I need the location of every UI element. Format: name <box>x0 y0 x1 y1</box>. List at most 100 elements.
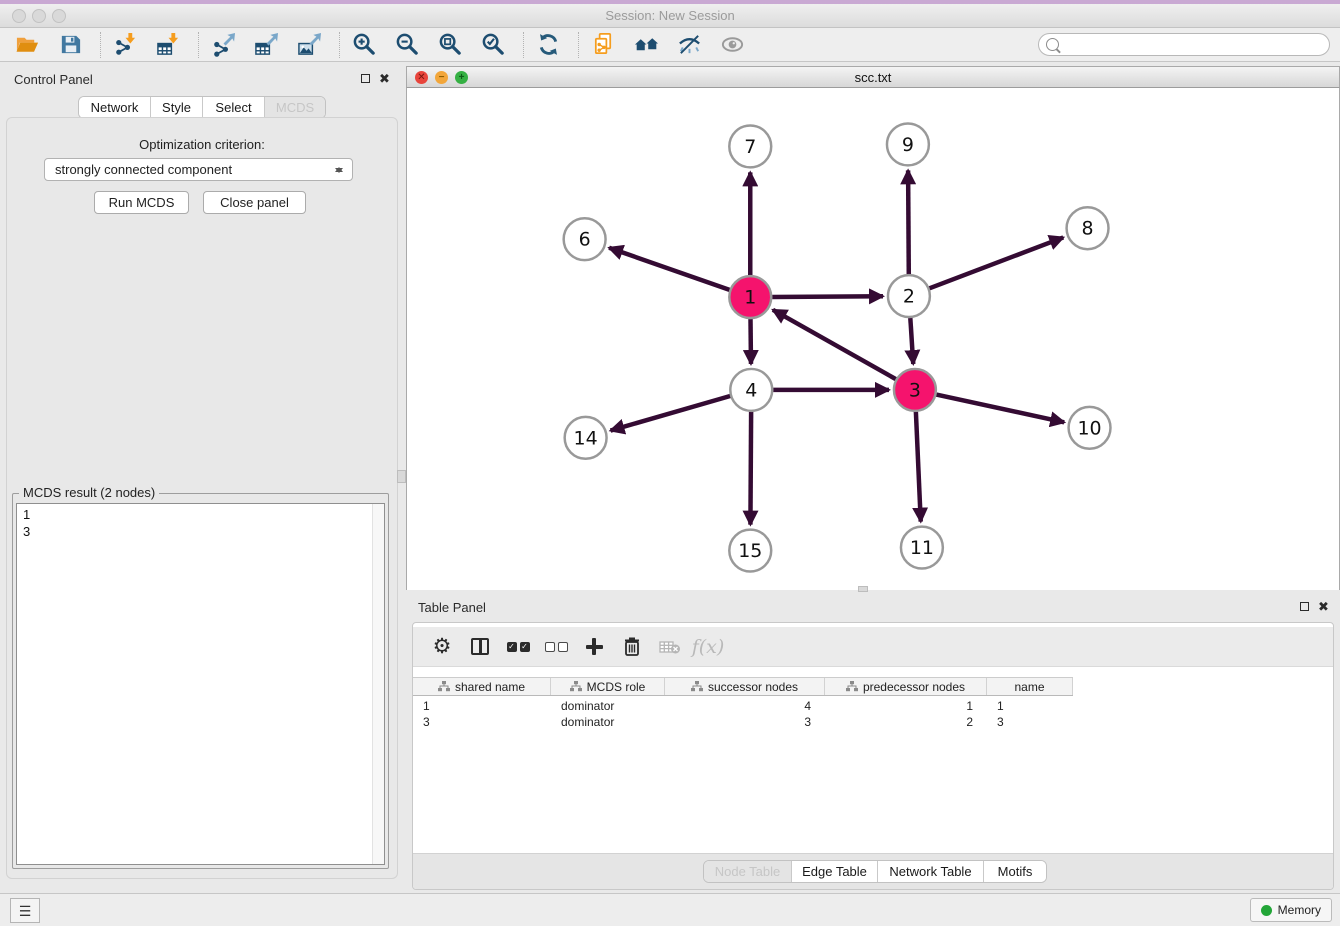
clone-network-icon[interactable] <box>588 31 618 59</box>
svg-text:14: 14 <box>574 427 598 449</box>
column-header-predecessor-nodes[interactable]: predecessor nodes <box>825 678 987 695</box>
export-table-icon[interactable] <box>251 31 281 59</box>
control-panel-float-icon[interactable] <box>361 74 370 83</box>
zoom-out-icon[interactable] <box>392 31 422 59</box>
table-cell[interactable]: 1 <box>413 698 551 714</box>
horizontal-splitter-handle[interactable] <box>858 586 868 592</box>
network-canvas-svg[interactable]: 1 2 3 4 6 7 8 9 10 11 14 15 <box>407 88 1339 590</box>
add-row-icon[interactable] <box>581 634 607 660</box>
tab-style[interactable]: Style <box>151 97 203 118</box>
column-header-name[interactable]: name <box>987 678 1073 695</box>
import-table-icon[interactable] <box>153 31 183 59</box>
function-builder-icon[interactable]: f(x) <box>695 634 721 660</box>
graph-node-2[interactable]: 2 <box>888 275 930 317</box>
graph-node-1[interactable]: 1 <box>729 276 771 318</box>
table-cell[interactable]: dominator <box>551 714 665 730</box>
open-session-icon[interactable] <box>12 31 42 59</box>
column-header-label: successor nodes <box>708 680 798 694</box>
save-session-icon[interactable] <box>55 31 85 59</box>
table-cell[interactable]: 1 <box>987 698 1073 714</box>
svg-text:11: 11 <box>910 537 934 559</box>
export-network-icon[interactable] <box>208 31 238 59</box>
table-cell[interactable]: 3 <box>987 714 1073 730</box>
criterion-dropdown[interactable]: strongly connected component <box>44 158 353 181</box>
tab-node-table[interactable]: Node Table <box>704 861 792 882</box>
first-neighbors-icon[interactable] <box>631 31 661 59</box>
table-panel-float-icon[interactable] <box>1300 602 1309 611</box>
graph-node-9[interactable]: 9 <box>887 123 929 165</box>
graph-node-7[interactable]: 7 <box>729 125 771 167</box>
svg-text:4: 4 <box>745 379 757 401</box>
graph-node-14[interactable]: 14 <box>565 417 607 459</box>
network-view[interactable]: 1 2 3 4 6 7 8 9 10 11 14 15 <box>406 88 1340 590</box>
search-icon <box>1046 38 1059 51</box>
zoom-in-icon[interactable] <box>349 31 379 59</box>
import-network-icon[interactable] <box>110 31 140 59</box>
deselect-all-rows-icon[interactable] <box>543 634 569 660</box>
graph-node-3[interactable]: 3 <box>894 369 936 411</box>
column-header-successor-nodes[interactable]: successor nodes <box>665 678 825 695</box>
graph-edge-4-15[interactable] <box>750 412 751 525</box>
tab-select[interactable]: Select <box>203 97 265 118</box>
table-options-icon[interactable]: ⚙ <box>429 634 455 660</box>
table-toolbar: ⚙ ✓✓ f(x) <box>413 627 1333 667</box>
graph-node-8[interactable]: 8 <box>1067 207 1109 249</box>
svg-text:9: 9 <box>902 134 914 156</box>
graph-edge-3-1[interactable] <box>773 310 896 379</box>
column-type-icon <box>846 681 858 692</box>
tab-network-table[interactable]: Network Table <box>878 861 984 882</box>
graph-node-10[interactable]: 10 <box>1069 407 1111 449</box>
graph-edge-2-3[interactable] <box>910 318 913 364</box>
table-cell[interactable]: 2 <box>825 714 987 730</box>
graph-node-11[interactable]: 11 <box>901 527 943 569</box>
control-panel-close-icon[interactable]: ✖ <box>379 74 390 84</box>
close-panel-button[interactable]: Close panel <box>203 191 306 214</box>
result-scrollbar[interactable] <box>372 504 384 864</box>
delete-column-icon[interactable] <box>657 634 683 660</box>
table-cell[interactable]: dominator <box>551 698 665 714</box>
mcds-result-textarea[interactable]: 1 3 <box>16 503 385 865</box>
graph-node-6[interactable]: 6 <box>564 218 606 260</box>
graph-node-15[interactable]: 15 <box>729 530 771 572</box>
apply-layout-icon[interactable] <box>533 31 563 59</box>
tab-mcds[interactable]: MCDS <box>265 97 325 118</box>
table-cell[interactable]: 4 <box>665 698 825 714</box>
graph-edge-2-8[interactable] <box>929 237 1063 288</box>
graph-node-4[interactable]: 4 <box>730 369 772 411</box>
column-header-MCDS-role[interactable]: MCDS role <box>551 678 665 695</box>
tab-motifs[interactable]: Motifs <box>984 861 1046 882</box>
toolbar-separator <box>578 32 579 58</box>
show-panel-icon[interactable] <box>717 31 747 59</box>
run-mcds-button[interactable]: Run MCDS <box>94 191 189 214</box>
search-input[interactable] <box>1063 36 1329 54</box>
table-header-row: shared nameMCDS role successor nodes prede… <box>413 677 1073 696</box>
tab-network[interactable]: Network <box>79 97 151 118</box>
network-frame-titlebar[interactable]: ✕ − + scc.txt <box>406 66 1340 88</box>
delete-row-icon[interactable] <box>619 634 645 660</box>
table-row[interactable]: 1dominator411 <box>413 698 1073 714</box>
vertical-splitter-handle[interactable] <box>397 470 406 483</box>
table-row[interactable]: 3dominator323 <box>413 714 1073 730</box>
task-history-button[interactable]: ☰ <box>10 898 40 923</box>
export-image-icon[interactable] <box>294 31 324 59</box>
svg-text:6: 6 <box>579 229 591 251</box>
table-panel-close-icon[interactable]: ✖ <box>1318 602 1329 612</box>
show-column-icon[interactable] <box>467 634 493 660</box>
tab-edge-table[interactable]: Edge Table <box>792 861 878 882</box>
zoom-selected-icon[interactable] <box>478 31 508 59</box>
table-cell[interactable]: 3 <box>413 714 551 730</box>
memory-button[interactable]: Memory <box>1250 898 1332 922</box>
search-field[interactable] <box>1038 33 1330 56</box>
select-all-rows-icon[interactable]: ✓✓ <box>505 634 531 660</box>
graph-edge-4-14[interactable] <box>611 396 731 431</box>
table-cell[interactable]: 1 <box>825 698 987 714</box>
graph-edge-1-6[interactable] <box>609 248 729 290</box>
column-header-shared-name[interactable]: shared name <box>413 678 551 695</box>
zoom-fit-icon[interactable] <box>435 31 465 59</box>
graph-edge-3-10[interactable] <box>936 395 1064 423</box>
graph-edge-2-9[interactable] <box>908 170 909 274</box>
hide-panel-icon[interactable] <box>674 31 704 59</box>
graph-edge-1-2[interactable] <box>772 296 883 297</box>
graph-edge-3-11[interactable] <box>916 412 921 522</box>
table-cell[interactable]: 3 <box>665 714 825 730</box>
